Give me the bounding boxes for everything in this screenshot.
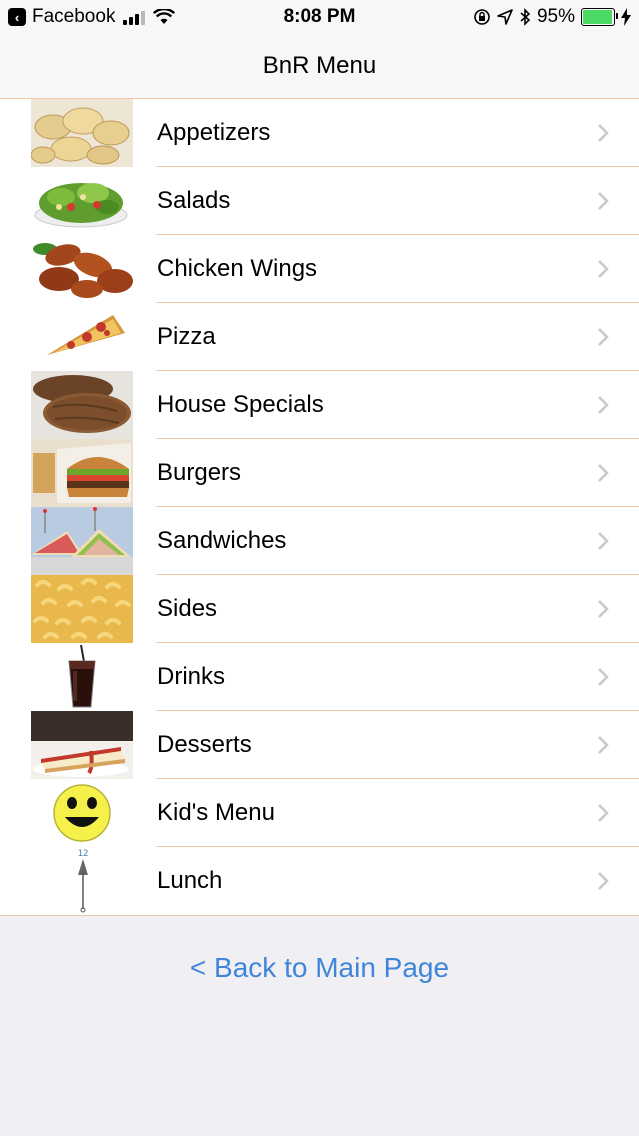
soda-cup-image — [31, 643, 133, 711]
menu-item-label: Drinks — [157, 663, 226, 690]
menu-item-house-specials[interactable]: House Specials — [0, 371, 639, 439]
chevron-right-icon — [598, 736, 609, 754]
chevron-right-icon — [598, 464, 609, 482]
menu-item-burgers[interactable]: Burgers — [0, 439, 639, 507]
chevron-right-icon — [598, 260, 609, 278]
menu-item-pizza[interactable]: Pizza — [0, 303, 639, 371]
chips-image — [31, 99, 133, 167]
smiley-face-image — [31, 779, 133, 847]
salad-image — [31, 167, 133, 235]
chevron-right-icon — [598, 396, 609, 414]
menu-item-label: House Specials — [157, 391, 324, 418]
menu-item-drinks[interactable]: Drinks — [0, 643, 639, 711]
clock-hand-image: 12 — [31, 847, 133, 915]
charging-bolt-icon — [621, 8, 631, 26]
location-arrow-icon — [497, 9, 513, 25]
menu-item-label: Sides — [157, 595, 218, 622]
menu-item-label: Pizza — [157, 323, 216, 350]
menu-item-lunch[interactable]: 12 Lunch — [0, 847, 639, 915]
menu-item-salads[interactable]: Salads — [0, 167, 639, 235]
bluetooth-icon — [520, 8, 531, 26]
back-to-main-button[interactable]: < Back to Main Page — [0, 952, 639, 984]
menu-item-label: Chicken Wings — [157, 255, 318, 282]
battery-percent: 95% — [536, 6, 575, 27]
menu-item-label: Salads — [157, 187, 231, 214]
chevron-right-icon — [598, 532, 609, 550]
chevron-right-icon — [598, 600, 609, 618]
battery-icon — [581, 8, 618, 26]
menu-item-label: Desserts — [157, 731, 252, 758]
menu-item-kids-menu[interactable]: Kid's Menu — [0, 779, 639, 847]
menu-item-desserts[interactable]: Desserts — [0, 711, 639, 779]
sandwich-image — [31, 507, 133, 575]
burger-image — [31, 439, 133, 507]
menu-item-sandwiches[interactable]: Sandwiches — [0, 507, 639, 575]
pizza-slice-image — [31, 303, 133, 371]
menu-item-appetizers[interactable]: Appetizers — [0, 99, 639, 167]
menu-item-label: Sandwiches — [157, 527, 287, 554]
wings-image — [31, 235, 133, 303]
orientation-lock-icon — [474, 9, 490, 25]
chevron-right-icon — [598, 328, 609, 346]
menu-item-chicken-wings[interactable]: Chicken Wings — [0, 235, 639, 303]
navigation-bar: BnR Menu — [0, 34, 639, 99]
mac-and-cheese-image — [31, 575, 133, 643]
menu-item-label: Lunch — [157, 867, 223, 894]
chevron-right-icon — [598, 192, 609, 210]
menu-item-label: Appetizers — [157, 119, 271, 146]
chevron-right-icon — [598, 804, 609, 822]
menu-item-label: Kid's Menu — [157, 799, 275, 826]
page-title: BnR Menu — [262, 52, 377, 79]
chevron-right-icon — [598, 668, 609, 686]
menu-item-sides[interactable]: Sides — [0, 575, 639, 643]
status-bar: ‹ Facebook 8:08 PM 95% — [0, 0, 639, 34]
chevron-right-icon — [598, 124, 609, 142]
status-right: 95% — [473, 6, 631, 28]
menu-list: Appetizers Salads Chicken Wings Pizza Ho… — [0, 99, 639, 916]
menu-item-label: Burgers — [157, 459, 242, 486]
clock-number-label: 12 — [78, 849, 89, 859]
chevron-right-icon — [598, 872, 609, 890]
cheesecake-image — [31, 711, 133, 779]
steak-image — [31, 371, 133, 439]
